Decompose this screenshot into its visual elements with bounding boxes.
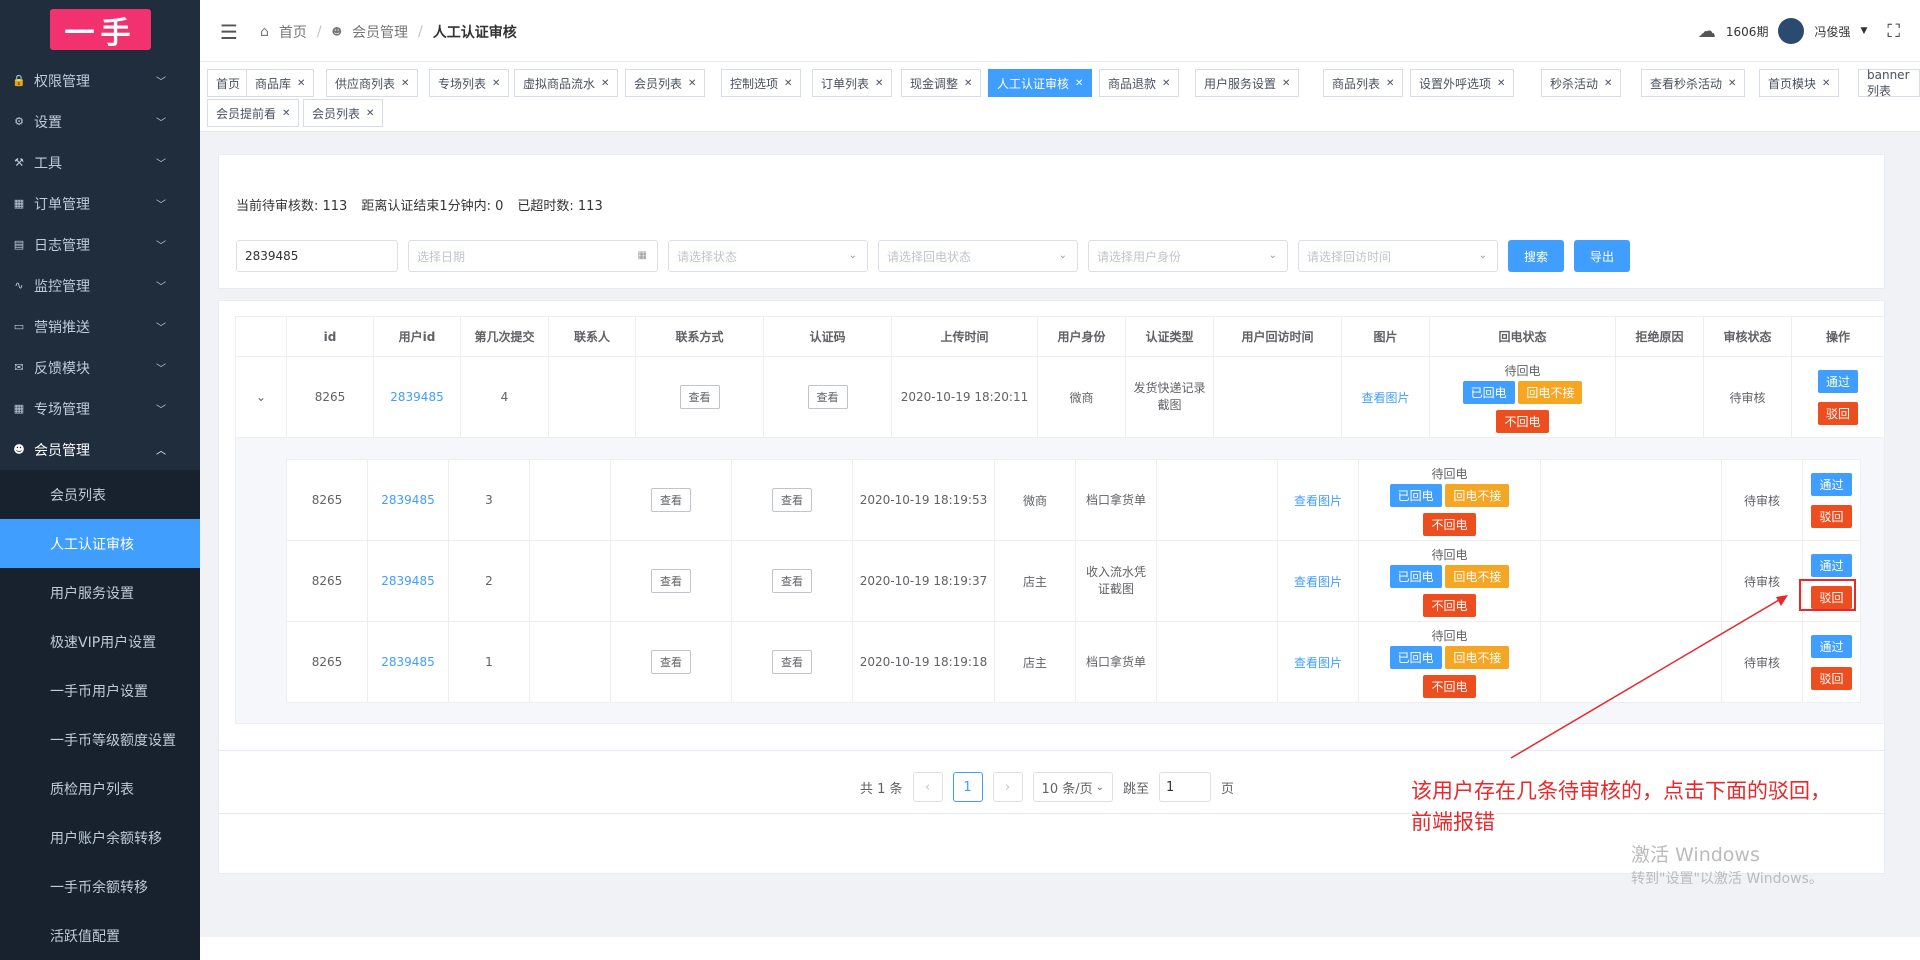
total-count: 共 1 条 — [860, 781, 903, 797]
annotation-line-2: 前端报错 — [1411, 810, 1495, 834]
chevron-down-icon: ⌄ — [1095, 781, 1104, 793]
pagination: 共 1 条 ‹ 1 › 10 条/页 ⌄ 跳至 1 页 — [860, 772, 1234, 802]
next-page-button[interactable]: › — [992, 772, 1023, 802]
annotation-note: 该用户存在几条待审核的，点击下面的驳回， 前端报错 — [1411, 776, 1831, 838]
page-number-button[interactable]: 1 — [952, 772, 983, 802]
page-size-select[interactable]: 10 条/页 ⌄ — [1032, 772, 1113, 802]
goto-label: 跳至 — [1123, 781, 1150, 797]
prev-page-button[interactable]: ‹ — [912, 772, 943, 802]
goto-input[interactable]: 1 — [1159, 772, 1212, 802]
page-size-label: 10 条/页 — [1041, 781, 1093, 797]
windows-watermark-subtitle: 转到"设置"以激活 Windows。 — [1631, 871, 1823, 887]
page-suffix: 页 — [1221, 781, 1235, 797]
windows-watermark-title: 激活 Windows — [1631, 844, 1760, 866]
annotation-line-1: 该用户存在几条待审核的，点击下面的驳回， — [1411, 779, 1831, 803]
